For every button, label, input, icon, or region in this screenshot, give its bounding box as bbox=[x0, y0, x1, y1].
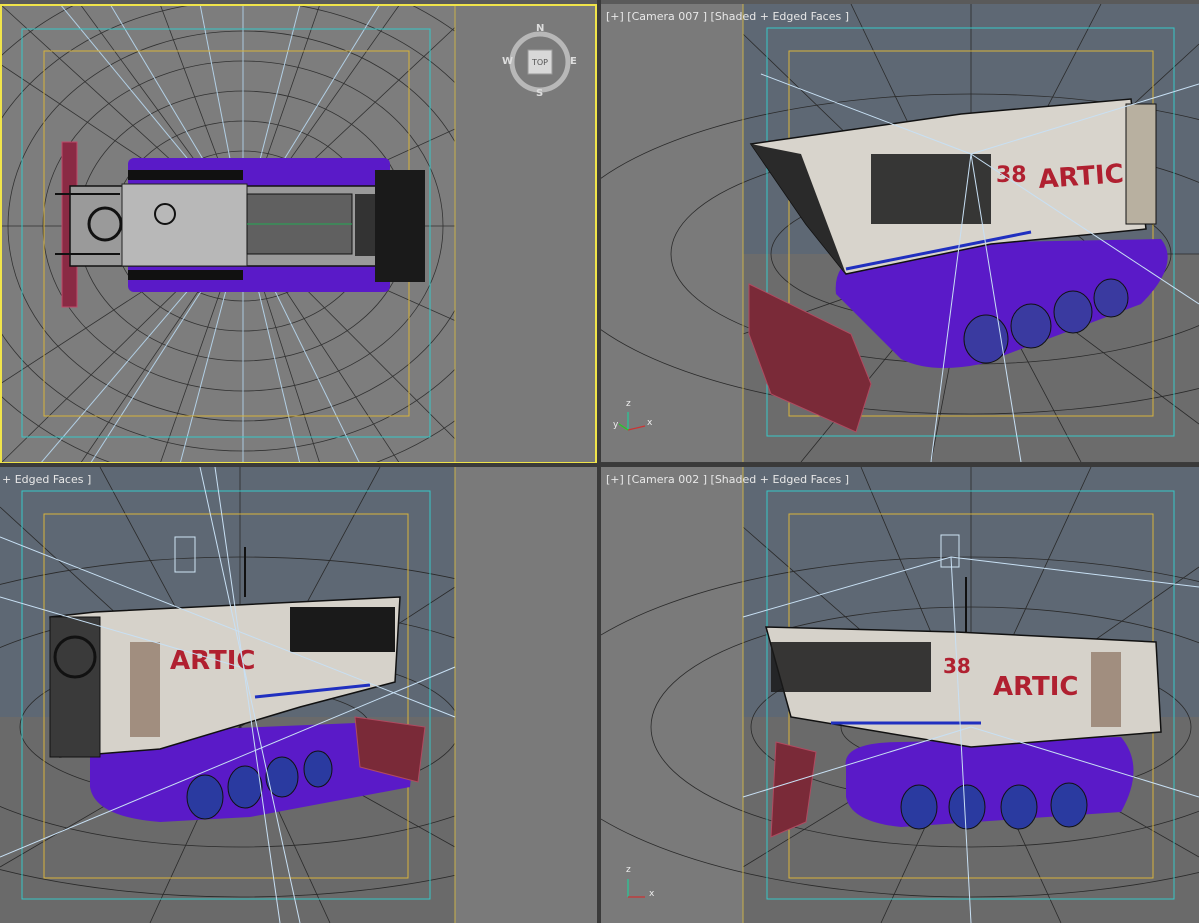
axis-x-label-002: x bbox=[649, 889, 655, 899]
axis-z-label: z bbox=[626, 399, 631, 409]
vehicle-brand-002: ARTIC bbox=[993, 672, 1078, 702]
viewcube-east-label[interactable]: E bbox=[570, 56, 577, 67]
axis-gizmo-007 bbox=[618, 412, 646, 431]
axis-y-label: y bbox=[613, 420, 619, 430]
viewcube-north-label[interactable]: N bbox=[536, 23, 544, 34]
viewcube-face-label[interactable]: TOP bbox=[532, 58, 548, 67]
viewport-camera-002[interactable]: 38 ARTIC [+] [Camera 002 ] [Shaded + Edg… bbox=[601, 467, 1199, 923]
viewcube-west-label[interactable]: W bbox=[502, 56, 513, 67]
vehicle-brand-007: ARTIC bbox=[1037, 159, 1124, 195]
viewport-top[interactable]: TOP N S E W bbox=[0, 4, 597, 464]
viewport-divider-horizontal[interactable] bbox=[0, 463, 1199, 467]
viewport-label-camera-007[interactable]: [+] [Camera 007 ] [Shaded + Edged Faces … bbox=[606, 10, 849, 23]
camera-007-scene: 38 ARTIC bbox=[601, 4, 1199, 462]
viewport-divider-vertical[interactable] bbox=[597, 0, 601, 923]
viewport-camera-007[interactable]: 38 ARTIC [+] [Camera 007 ] [Shaded + Edg… bbox=[601, 4, 1199, 462]
viewport-label-left[interactable]: + Edged Faces ] bbox=[2, 473, 91, 486]
left-view-scene: ARTIC bbox=[0, 467, 597, 923]
axis-z-label-002: z bbox=[626, 865, 631, 875]
viewport-left[interactable]: ARTIC + Edged Faces ] bbox=[0, 467, 597, 923]
axis-gizmo-002 bbox=[627, 879, 645, 898]
axis-x-label: x bbox=[647, 418, 653, 428]
viewcube-south-label[interactable]: S bbox=[536, 88, 543, 99]
vehicle-top-view bbox=[55, 141, 425, 308]
camera-002-scene: 38 ARTIC bbox=[601, 467, 1199, 923]
viewport-label-camera-002[interactable]: [+] [Camera 002 ] [Shaded + Edged Faces … bbox=[606, 473, 849, 486]
vehicle-number-007: 38 bbox=[996, 163, 1027, 188]
